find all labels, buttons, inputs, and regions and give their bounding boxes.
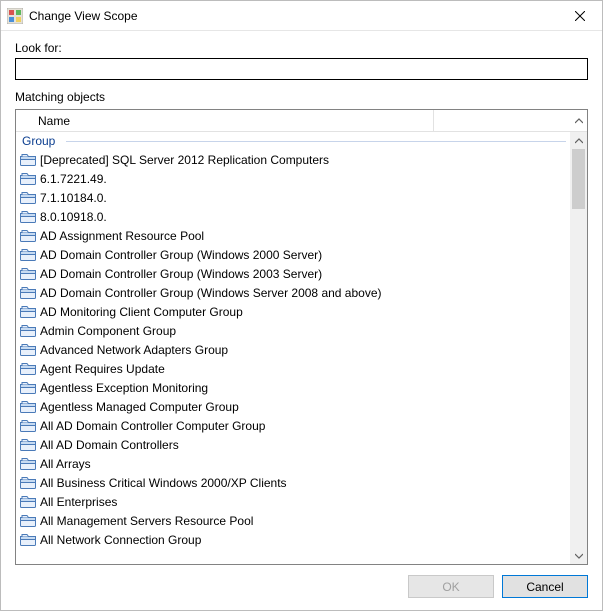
- scroll-down-icon[interactable]: [570, 547, 587, 564]
- group-icon: [20, 229, 36, 243]
- list-item[interactable]: All Management Servers Resource Pool: [16, 511, 570, 530]
- list-item-label: Admin Component Group: [40, 324, 176, 338]
- window-title: Change View Scope: [29, 9, 557, 23]
- list-item-label: Agentless Managed Computer Group: [40, 400, 239, 414]
- list-item-label: AD Assignment Resource Pool: [40, 229, 204, 243]
- matching-objects-label: Matching objects: [15, 90, 588, 104]
- list-item[interactable]: Admin Component Group: [16, 321, 570, 340]
- scrollbar-track[interactable]: [570, 149, 587, 547]
- group-icon: [20, 381, 36, 395]
- list-item-label: Advanced Network Adapters Group: [40, 343, 228, 357]
- group-icon: [20, 362, 36, 376]
- close-icon: [575, 11, 585, 21]
- list-item[interactable]: AD Domain Controller Group (Windows Serv…: [16, 283, 570, 302]
- search-input[interactable]: [15, 58, 588, 80]
- group-icon: [20, 210, 36, 224]
- list-item-label: 8.0.10918.0.: [40, 210, 107, 224]
- group-icon: [20, 267, 36, 281]
- list-item[interactable]: 8.0.10918.0.: [16, 207, 570, 226]
- group-header: Group: [16, 132, 570, 150]
- list-item-label: AD Domain Controller Group (Windows 2000…: [40, 248, 322, 262]
- app-icon: [7, 8, 23, 24]
- list-item-label: Agentless Exception Monitoring: [40, 381, 208, 395]
- look-for-label: Look for:: [15, 41, 588, 55]
- list-item[interactable]: AD Domain Controller Group (Windows 2003…: [16, 264, 570, 283]
- list-item[interactable]: All AD Domain Controllers: [16, 435, 570, 454]
- ok-button[interactable]: OK: [408, 575, 494, 598]
- group-icon: [20, 419, 36, 433]
- list-item[interactable]: [Deprecated] SQL Server 2012 Replication…: [16, 150, 570, 169]
- group-icon: [20, 172, 36, 186]
- cancel-button[interactable]: Cancel: [502, 575, 588, 598]
- group-icon: [20, 248, 36, 262]
- group-icon: [20, 533, 36, 547]
- list-item-label: AD Domain Controller Group (Windows Serv…: [40, 286, 382, 300]
- group-icon: [20, 400, 36, 414]
- group-icon: [20, 153, 36, 167]
- list-item[interactable]: All AD Domain Controller Computer Group: [16, 416, 570, 435]
- list-item[interactable]: All Network Connection Group: [16, 530, 570, 549]
- list-item-label: AD Domain Controller Group (Windows 2003…: [40, 267, 322, 281]
- list-item[interactable]: AD Monitoring Client Computer Group: [16, 302, 570, 321]
- scroll-up-icon[interactable]: [570, 132, 587, 149]
- list-item-label: All Arrays: [40, 457, 91, 471]
- group-icon: [20, 305, 36, 319]
- list-item[interactable]: All Arrays: [16, 454, 570, 473]
- group-icon: [20, 191, 36, 205]
- list-item[interactable]: AD Assignment Resource Pool: [16, 226, 570, 245]
- list-item-label: All Enterprises: [40, 495, 117, 509]
- list-item-label: All Network Connection Group: [40, 533, 201, 547]
- list-item[interactable]: Agent Requires Update: [16, 359, 570, 378]
- list-item-label: All Management Servers Resource Pool: [40, 514, 253, 528]
- close-button[interactable]: [557, 1, 602, 31]
- list-item[interactable]: 7.1.10184.0.: [16, 188, 570, 207]
- dialog-button-row: OK Cancel: [1, 565, 602, 610]
- list-item-label: AD Monitoring Client Computer Group: [40, 305, 243, 319]
- list-item[interactable]: Advanced Network Adapters Group: [16, 340, 570, 359]
- titlebar: Change View Scope: [1, 1, 602, 31]
- list-item-label: All AD Domain Controller Computer Group: [40, 419, 265, 433]
- scrollbar-thumb[interactable]: [572, 149, 585, 209]
- list-item[interactable]: Agentless Managed Computer Group: [16, 397, 570, 416]
- group-icon: [20, 343, 36, 357]
- group-icon: [20, 324, 36, 338]
- list-item[interactable]: Agentless Exception Monitoring: [16, 378, 570, 397]
- list-item-label: Agent Requires Update: [40, 362, 165, 376]
- list-header: Name: [16, 110, 587, 132]
- group-icon: [20, 495, 36, 509]
- list-item-label: All AD Domain Controllers: [40, 438, 179, 452]
- group-icon: [20, 476, 36, 490]
- chevron-up-icon[interactable]: [570, 110, 587, 132]
- group-icon: [20, 457, 36, 471]
- vertical-scrollbar[interactable]: [570, 132, 587, 564]
- group-icon: [20, 286, 36, 300]
- list-item[interactable]: All Enterprises: [16, 492, 570, 511]
- list-item[interactable]: AD Domain Controller Group (Windows 2000…: [16, 245, 570, 264]
- list-item[interactable]: 6.1.7221.49.: [16, 169, 570, 188]
- list-item-label: 7.1.10184.0.: [40, 191, 107, 205]
- list-item[interactable]: All Business Critical Windows 2000/XP Cl…: [16, 473, 570, 492]
- column-header-name[interactable]: Name: [34, 110, 434, 131]
- list-item-label: All Business Critical Windows 2000/XP Cl…: [40, 476, 287, 490]
- group-icon: [20, 514, 36, 528]
- list-item-label: 6.1.7221.49.: [40, 172, 107, 186]
- matching-objects-list[interactable]: Name Group [Deprecated] SQL Server 2012 …: [15, 109, 588, 565]
- list-item-label: [Deprecated] SQL Server 2012 Replication…: [40, 153, 329, 167]
- group-icon: [20, 438, 36, 452]
